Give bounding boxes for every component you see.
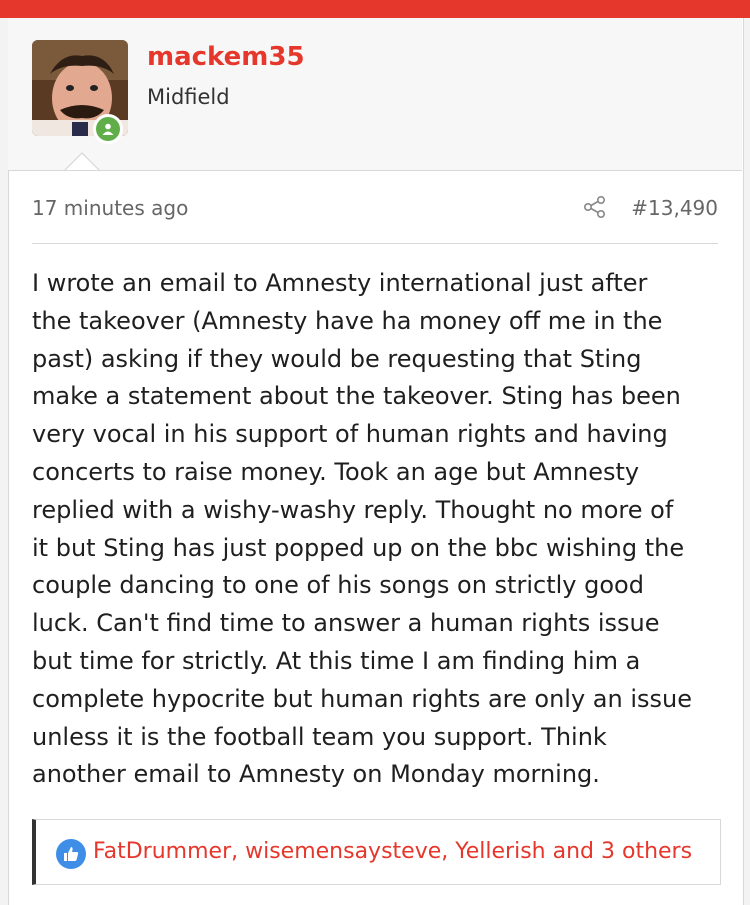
- reactions-bar: FatDrummer, wisemensaysteve, Yellerish a…: [32, 819, 721, 885]
- post-number-link[interactable]: #13,490: [631, 196, 718, 220]
- user-title: Midfield: [147, 85, 230, 109]
- header-pointer: [64, 152, 100, 172]
- top-accent-bar: [0, 0, 750, 18]
- post-container: mackem35 Midfield 17 minutes ago #13,490…: [0, 0, 750, 905]
- like-icon: [56, 839, 86, 869]
- reaction-users-link[interactable]: FatDrummer, wisemensaysteve, Yellerish a…: [93, 839, 692, 864]
- online-status-icon: [93, 114, 123, 144]
- share-icon[interactable]: [582, 194, 608, 220]
- header-divider: [8, 170, 742, 171]
- post-time[interactable]: 17 minutes ago: [32, 196, 188, 220]
- username-link[interactable]: mackem35: [147, 42, 305, 72]
- post-body: I wrote an email to Amnesty internationa…: [32, 269, 692, 789]
- meta-divider: [32, 243, 718, 244]
